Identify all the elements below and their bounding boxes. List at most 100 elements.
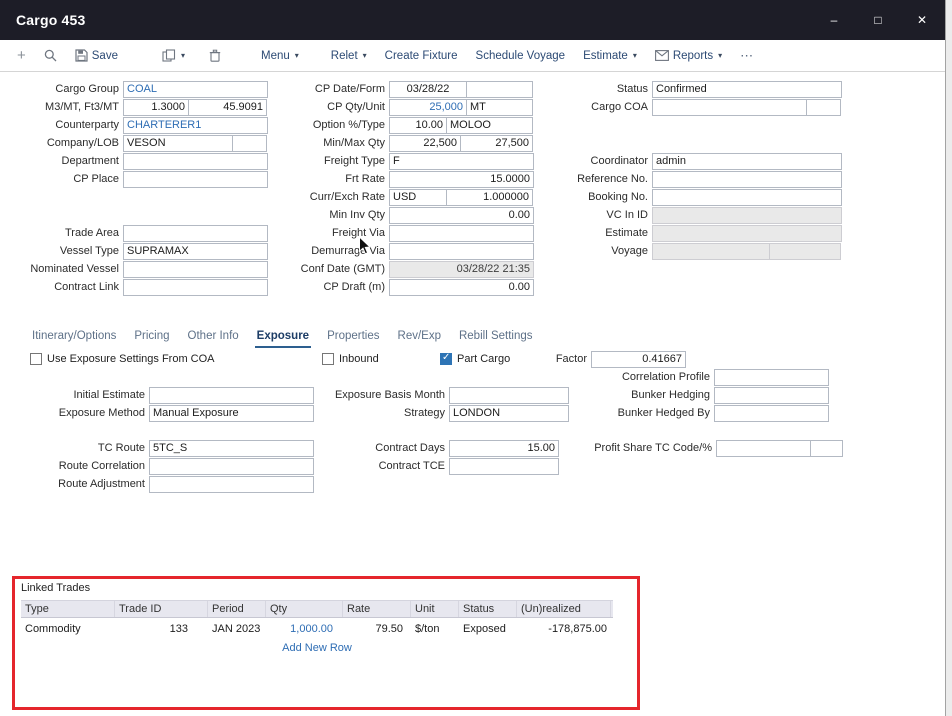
lob-field[interactable] <box>232 135 267 152</box>
bunker-hedging-field[interactable] <box>714 387 829 404</box>
contract-link-field[interactable] <box>123 279 268 296</box>
copy-button[interactable]: ▾ <box>153 40 194 71</box>
tab-other-info[interactable]: Other Info <box>186 329 241 348</box>
nominated-vessel-field[interactable] <box>123 261 268 278</box>
exch-rate-field[interactable]: 1.000000 <box>446 189 533 206</box>
counterparty-field[interactable]: CHARTERER1 <box>123 117 268 134</box>
col-header-unit[interactable]: Unit <box>411 601 459 617</box>
cargo-coa-row: Cargo COA <box>540 98 841 116</box>
col-header-rate[interactable]: Rate <box>343 601 411 617</box>
cell-qty-link[interactable]: 1,000.00 <box>266 623 343 635</box>
tab-pricing[interactable]: Pricing <box>132 329 171 348</box>
min-inv-qty-field[interactable]: 0.00 <box>389 207 534 224</box>
cp-qty-field[interactable]: 25,000 <box>389 99 467 116</box>
cargo-coa-field-1[interactable] <box>652 99 807 116</box>
relet-button[interactable]: Relet ▾ <box>322 40 376 71</box>
tab-rev-exp[interactable]: Rev/Exp <box>396 329 443 348</box>
search-button[interactable] <box>35 40 66 71</box>
status-field[interactable]: Confirmed <box>652 81 842 98</box>
cp-draft-field[interactable]: 0.00 <box>389 279 534 296</box>
freight-type-field[interactable]: F <box>389 153 534 170</box>
coordinator-field[interactable]: admin <box>652 153 842 170</box>
bunker-hedging-label: Bunker Hedging <box>540 389 710 401</box>
exposure-method-field[interactable]: Manual Exposure <box>149 405 314 422</box>
use-coa-checkbox-row[interactable]: Use Exposure Settings From COA <box>30 351 215 367</box>
cargo-coa-field-2[interactable] <box>806 99 841 116</box>
m3mt-field[interactable]: 1.3000 <box>123 99 189 116</box>
cp-unit-field[interactable]: MT <box>466 99 533 116</box>
inbound-checkbox[interactable] <box>322 353 334 365</box>
add-new-row-link[interactable]: Add New Row <box>21 642 613 654</box>
ellipsis-icon: ⋯ <box>740 48 754 64</box>
min-qty-field[interactable]: 22,500 <box>389 135 461 152</box>
linked-trade-row[interactable]: Commodity 133 JAN 2023 1,000.00 79.50 $/… <box>21 618 613 640</box>
tab-itinerary-options[interactable]: Itinerary/Options <box>30 329 118 348</box>
freight-via-field[interactable] <box>389 225 534 242</box>
menu-button[interactable]: Menu ▾ <box>252 40 308 71</box>
cp-form-field[interactable] <box>466 81 533 98</box>
tab-rebill-settings[interactable]: Rebill Settings <box>457 329 535 348</box>
save-button[interactable]: Save <box>66 40 127 71</box>
reports-dropdown-icon: ▾ <box>718 51 722 60</box>
vessel-type-field[interactable]: SUPRAMAX <box>123 243 268 260</box>
linked-trades-header: Type Trade ID Period Qty Rate Unit Statu… <box>21 600 613 618</box>
add-button[interactable]: + <box>8 40 35 71</box>
create-fixture-label: Create Fixture <box>385 50 458 62</box>
contract-tce-field[interactable] <box>449 458 559 475</box>
frt-rate-field[interactable]: 15.0000 <box>389 171 534 188</box>
reference-no-field[interactable] <box>652 171 842 188</box>
bunker-hedged-by-field[interactable] <box>714 405 829 422</box>
col-header-period[interactable]: Period <box>208 601 266 617</box>
more-button[interactable]: ⋯ <box>731 40 763 71</box>
tab-exposure[interactable]: Exposure <box>255 329 311 348</box>
cp-qty-unit-label: CP Qty/Unit <box>280 101 385 113</box>
vessel-type-row: Vessel Type SUPRAMAX <box>8 242 268 260</box>
reports-button[interactable]: Reports ▾ <box>646 40 731 71</box>
tc-route-field[interactable]: 5TC_S <box>149 440 314 457</box>
max-qty-field[interactable]: 27,500 <box>460 135 533 152</box>
voyage-field-2 <box>769 243 841 260</box>
delete-button[interactable] <box>200 40 230 71</box>
estimate-button[interactable]: Estimate ▾ <box>574 40 646 71</box>
cell-type: Commodity <box>21 623 115 635</box>
use-coa-checkbox[interactable] <box>30 353 42 365</box>
maximize-icon[interactable]: □ <box>871 13 885 27</box>
option-type-field[interactable]: MOLOO <box>446 117 533 134</box>
trade-area-field[interactable] <box>123 225 268 242</box>
route-adjustment-field[interactable] <box>149 476 314 493</box>
freight-via-label: Freight Via <box>280 227 385 239</box>
ft3mt-field[interactable]: 45.9091 <box>188 99 267 116</box>
demurrage-via-field[interactable] <box>389 243 534 260</box>
create-fixture-button[interactable]: Create Fixture <box>376 40 467 71</box>
factor-field[interactable]: 0.41667 <box>591 351 686 368</box>
cargo-group-field[interactable]: COAL <box>123 81 268 98</box>
route-correlation-field[interactable] <box>149 458 314 475</box>
booking-no-field[interactable] <box>652 189 842 206</box>
close-icon[interactable]: ✕ <box>915 13 929 27</box>
schedule-voyage-button[interactable]: Schedule Voyage <box>467 40 575 71</box>
profit-share-code-field[interactable] <box>716 440 811 457</box>
part-cargo-checkbox[interactable] <box>440 353 452 365</box>
correlation-profile-field[interactable] <box>714 369 829 386</box>
currency-field[interactable]: USD <box>389 189 447 206</box>
profit-share-pct-field[interactable] <box>810 440 843 457</box>
col-header-status[interactable]: Status <box>459 601 517 617</box>
col-header-qty[interactable]: Qty <box>266 601 343 617</box>
inbound-checkbox-row[interactable]: Inbound <box>322 351 379 367</box>
exposure-method-label: Exposure Method <box>8 407 145 419</box>
initial-estimate-field[interactable] <box>149 387 314 404</box>
min-inv-qty-label: Min Inv Qty <box>280 209 385 221</box>
col-header-unrealized[interactable]: (Un)realized <box>517 601 611 617</box>
col-header-trade-id[interactable]: Trade ID <box>115 601 208 617</box>
cp-date-field[interactable]: 03/28/22 <box>389 81 467 98</box>
option-type-label: Option %/Type <box>280 119 385 131</box>
tc-route-row: TC Route 5TC_S <box>8 439 314 457</box>
col-header-type[interactable]: Type <box>21 601 115 617</box>
company-field[interactable]: VESON <box>123 135 233 152</box>
option-pct-field[interactable]: 10.00 <box>389 117 447 134</box>
tab-properties[interactable]: Properties <box>325 329 381 348</box>
cp-place-field[interactable] <box>123 171 268 188</box>
minimize-icon[interactable]: – <box>827 13 841 27</box>
min-max-qty-label: Min/Max Qty <box>280 137 385 149</box>
department-field[interactable] <box>123 153 268 170</box>
